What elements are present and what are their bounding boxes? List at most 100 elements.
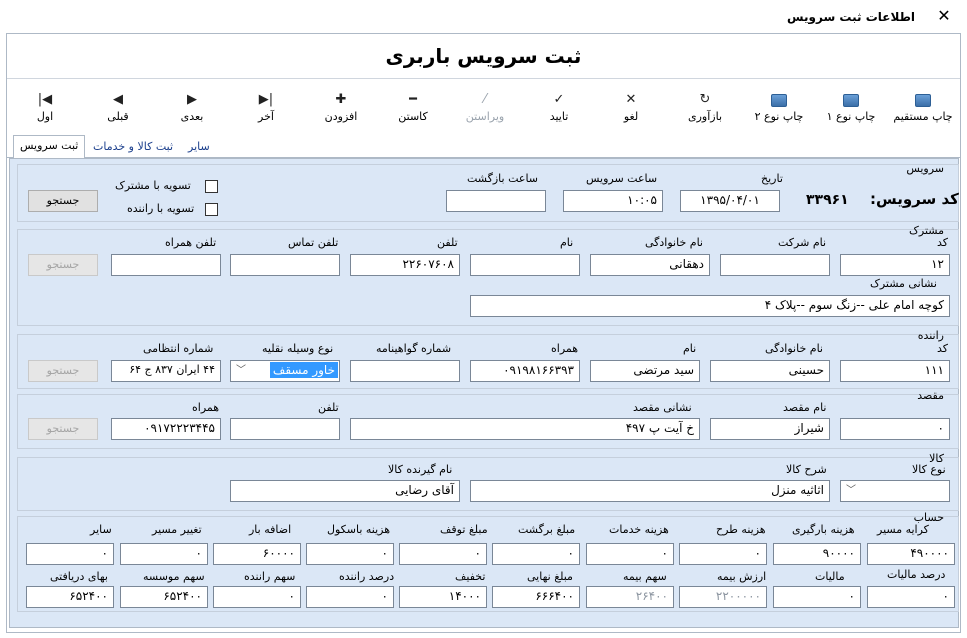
previous-button[interactable]: ◀ قبلی xyxy=(97,80,139,132)
license-number-input[interactable] xyxy=(350,360,460,382)
final-amount-input[interactable]: ۶۶۶۴۰۰ xyxy=(492,586,580,608)
driver-percent-label: درصد راننده xyxy=(339,570,395,583)
driver-code-label: کد xyxy=(937,342,949,355)
reload-button[interactable]: ↻ بازآوری xyxy=(675,80,735,132)
loading-cost-label: هزینه بارگیری xyxy=(792,523,855,536)
driver-mobile-input[interactable]: ۰۹۱۹۸۱۶۶۳۹۳ xyxy=(470,360,580,382)
loading-cost-input[interactable]: ۹۰۰۰۰ xyxy=(773,543,861,565)
stop-amount-input[interactable]: ۰ xyxy=(399,543,487,565)
service-search-button[interactable]: جستجو xyxy=(28,190,98,212)
printer-icon xyxy=(771,94,787,107)
check-icon: ✓ xyxy=(553,92,565,107)
settle-driver-label: تسویه با راننده xyxy=(127,202,195,215)
driver-code-input[interactable]: ۱۱۱ xyxy=(840,360,950,382)
chevron-down-icon[interactable]: ﹀ xyxy=(232,361,250,381)
first-button[interactable]: |◀ اول xyxy=(27,80,63,132)
destination-search-button[interactable]: جستجو xyxy=(28,418,98,440)
contact-phone-input[interactable] xyxy=(230,254,340,276)
destination-address-input[interactable]: خ آیت پ ۴۹۷ xyxy=(350,418,700,440)
customer-name-input[interactable] xyxy=(470,254,580,276)
receiver-name-input[interactable]: آقای رضایی xyxy=(230,480,460,502)
plate-number-input[interactable]: ۴۴ ایران ۸۳۷ ج ۶۴ xyxy=(111,360,221,382)
goods-type-select[interactable]: ﹀ xyxy=(840,480,950,502)
tax-label: مالیات xyxy=(815,570,845,583)
date-label: تاریخ xyxy=(761,172,783,185)
received-amount-label: بهای دریافتی xyxy=(50,570,108,583)
customer-search-button[interactable]: جستجو xyxy=(28,254,98,276)
destination-code-input[interactable]: ۰ xyxy=(840,418,950,440)
last-button[interactable]: ▶| آخر xyxy=(245,80,287,132)
tab-goods-services[interactable]: ثبت کالا و خدمات xyxy=(87,137,179,158)
customer-family-label: نام خانوادگی xyxy=(645,236,703,249)
edit-button[interactable]: ⁄ ویراستن xyxy=(455,80,515,132)
title-bar: اطلاعات ثبت سرویس ✕ xyxy=(0,0,967,33)
driver-percent-input[interactable]: ۰ xyxy=(306,586,394,608)
settle-customer-checkbox[interactable] xyxy=(205,180,218,193)
driver-family-input[interactable]: حسینی xyxy=(710,360,830,382)
scale-cost-input[interactable]: ۰ xyxy=(306,543,394,565)
customer-address-input[interactable]: کوچه امام علی --زنگ سوم --پلاک ۴ xyxy=(470,295,950,317)
driver-name-input[interactable]: سید مرتضی xyxy=(590,360,700,382)
print-type2-button[interactable]: چاپ نوع ۲ xyxy=(745,80,813,132)
tax-percent-input[interactable]: ۰ xyxy=(867,586,955,608)
return-amount-input[interactable]: ۰ xyxy=(492,543,580,565)
goods-description-input[interactable]: اثاثیه منزل xyxy=(470,480,830,502)
reduce-button[interactable]: ━ کاستن xyxy=(383,80,443,132)
toolbar: چاپ مستقیم چاپ نوع ۱ چاپ نوع ۲ ↻ بازآوری… xyxy=(7,80,960,132)
received-amount-input[interactable]: ۶۵۲۴۰۰ xyxy=(26,586,114,608)
scale-cost-label: هزینه باسکول xyxy=(327,523,391,536)
driver-search-button[interactable]: جستجو xyxy=(28,360,98,382)
settle-driver-checkbox[interactable] xyxy=(205,203,218,216)
license-number-label: شماره گواهینامه xyxy=(376,342,452,355)
close-icon[interactable]: ✕ xyxy=(934,6,954,25)
destination-mobile-input[interactable]: ۰۹۱۷۲۲۲۳۴۴۵ xyxy=(111,418,221,440)
discount-input[interactable]: ۱۴۰۰۰ xyxy=(399,586,487,608)
plus-icon: ✚ xyxy=(335,92,347,107)
route-fare-input[interactable]: ۴۹۰۰۰۰ xyxy=(867,543,955,565)
customer-code-input[interactable]: ۱۲ xyxy=(840,254,950,276)
destination-name-input[interactable]: شیراز xyxy=(710,418,830,440)
company-share-input[interactable]: ۶۵۲۴۰۰ xyxy=(120,586,208,608)
service-code-value: ۳۳۹۶۱ xyxy=(806,192,849,208)
insurance-share-label: سهم بیمه xyxy=(623,570,667,583)
destination-phone-label: تلفن xyxy=(318,401,339,414)
chevron-down-icon[interactable]: ﹀ xyxy=(842,481,860,501)
date-input[interactable]: ۱۳۹۵/۰۴/۰۱ xyxy=(680,190,780,212)
print-direct-button[interactable]: چاپ مستقیم xyxy=(887,80,959,132)
service-cost-input[interactable]: ۰ xyxy=(586,543,674,565)
goods-description-label: شرح کالا xyxy=(786,463,827,476)
return-time-input[interactable] xyxy=(446,190,546,212)
confirm-button[interactable]: ✓ تایید xyxy=(531,80,587,132)
destination-mobile-label: همراه xyxy=(192,401,220,414)
tab-service-register[interactable]: ثبت سرویس xyxy=(13,135,86,159)
vehicle-type-value: خاور مسقف xyxy=(269,362,338,378)
customer-mobile-input[interactable] xyxy=(111,254,221,276)
destination-phone-input[interactable] xyxy=(230,418,340,440)
route-change-label: تغییر مسیر xyxy=(152,523,202,536)
customer-family-input[interactable]: دهقانی xyxy=(590,254,710,276)
service-code-label: کد سرویس: xyxy=(870,190,959,208)
driver-mobile-label: همراه xyxy=(551,342,579,355)
return-time-label: ساعت بازگشت xyxy=(467,172,539,185)
cancel-button[interactable]: ✕ لغو xyxy=(607,80,655,132)
add-button[interactable]: ✚ افزودن xyxy=(311,80,371,132)
refresh-icon: ↻ xyxy=(699,92,711,107)
tab-other[interactable]: سایر xyxy=(182,137,216,158)
stop-amount-label: مبلغ توقف xyxy=(440,523,488,536)
route-change-input[interactable]: ۰ xyxy=(120,543,208,565)
destination-address-label: نشانی مقصد xyxy=(633,401,692,414)
customer-phone-input[interactable]: ۲۲۶۰۷۶۰۸ xyxy=(350,254,460,276)
customer-code-label: کد xyxy=(937,236,949,249)
insurance-share-input[interactable]: ۲۶۴۰۰ xyxy=(586,586,674,608)
company-input[interactable] xyxy=(720,254,830,276)
tax-input[interactable]: ۰ xyxy=(773,586,861,608)
overload-input[interactable]: ۶۰۰۰۰ xyxy=(213,543,301,565)
plan-cost-input[interactable]: ۰ xyxy=(679,543,767,565)
insurance-value-input[interactable]: ۲۲۰۰۰۰۰ xyxy=(679,586,767,608)
other-cost-input[interactable]: ۰ xyxy=(26,543,114,565)
service-time-input[interactable]: ۱۰:۰۵ xyxy=(563,190,663,212)
vehicle-type-select[interactable]: خاور مسقف ﹀ xyxy=(230,360,340,382)
print-type1-button[interactable]: چاپ نوع ۱ xyxy=(817,80,885,132)
driver-share-input[interactable]: ۰ xyxy=(213,586,301,608)
next-button[interactable]: ▶ بعدی xyxy=(171,80,213,132)
